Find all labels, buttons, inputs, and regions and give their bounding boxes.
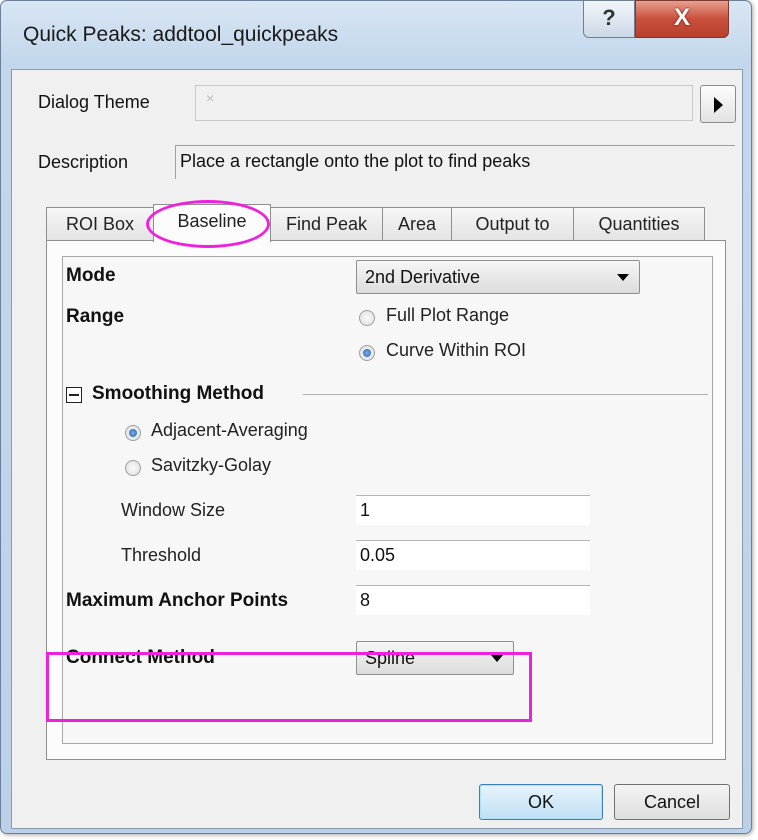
close-button[interactable]: X	[635, 0, 729, 38]
help-button[interactable]: ?	[583, 0, 635, 38]
tab-find-peak[interactable]: Find Peak	[270, 207, 383, 241]
group-divider	[303, 394, 708, 395]
ok-button[interactable]: OK	[479, 784, 603, 820]
range-curve-roi-radio[interactable]	[359, 345, 375, 361]
window-size-value: 1	[360, 500, 371, 520]
collapse-icon[interactable]	[66, 387, 82, 403]
range-full-plot-radio[interactable]	[359, 310, 375, 326]
max-anchor-value: 8	[360, 590, 371, 610]
title-bar[interactable]: Quick Peaks: addtool_quickpeaks ? X	[1, 0, 751, 71]
description-label: Description	[38, 152, 129, 172]
window-size-field[interactable]: 1	[356, 495, 590, 525]
close-icon: X	[673, 4, 690, 31]
tab-quantities[interactable]: Quantities	[573, 207, 705, 241]
dialog-window: Quick Peaks: addtool_quickpeaks ? X Dial…	[0, 0, 752, 834]
window-size-label: Window Size	[121, 500, 226, 520]
chevron-down-icon	[617, 274, 629, 281]
threshold-field[interactable]: 0.05	[356, 540, 590, 570]
tab-roi-box[interactable]: ROI Box	[46, 207, 154, 241]
smoothing-adjacent-radio[interactable]	[125, 425, 141, 441]
dialog-theme-combo[interactable]: ×	[195, 85, 693, 121]
help-icon: ?	[602, 5, 616, 30]
description-text: Place a rectangle onto the plot to find …	[180, 151, 531, 171]
smoothing-savitzky-label: Savitzky-Golay	[151, 455, 272, 475]
mode-value: 2nd Derivative	[365, 267, 481, 287]
connect-method-highlight	[46, 652, 532, 722]
cancel-button[interactable]: Cancel	[614, 784, 730, 820]
mode-dropdown[interactable]: 2nd Derivative	[356, 260, 640, 294]
dialog-body: Dialog Theme × Description Place a recta…	[11, 69, 743, 829]
dialog-theme-menu-button[interactable]	[700, 85, 736, 123]
window-title: Quick Peaks: addtool_quickpeaks	[23, 23, 339, 46]
max-anchor-field[interactable]: 8	[356, 585, 590, 615]
mode-label: Mode	[66, 265, 116, 286]
threshold-value: 0.05	[360, 545, 396, 565]
range-label: Range	[66, 306, 125, 327]
smoothing-savitzky-radio[interactable]	[125, 460, 141, 476]
max-anchor-label: Maximum Anchor Points	[66, 590, 289, 611]
smoothing-group-label: Smoothing Method	[92, 383, 265, 404]
dialog-theme-value: ×	[206, 90, 215, 106]
tab-output-to[interactable]: Output to	[451, 207, 574, 241]
range-full-plot-label: Full Plot Range	[386, 305, 510, 325]
range-curve-roi-label: Curve Within ROI	[386, 340, 527, 360]
description-box: Place a rectangle onto the plot to find …	[175, 145, 735, 179]
dialog-theme-label: Dialog Theme	[38, 92, 150, 112]
baseline-tab-highlight	[146, 200, 270, 248]
threshold-label: Threshold	[121, 545, 202, 565]
triangle-right-icon	[714, 97, 723, 113]
smoothing-adjacent-label: Adjacent-Averaging	[151, 420, 308, 440]
tab-area[interactable]: Area	[382, 207, 452, 241]
